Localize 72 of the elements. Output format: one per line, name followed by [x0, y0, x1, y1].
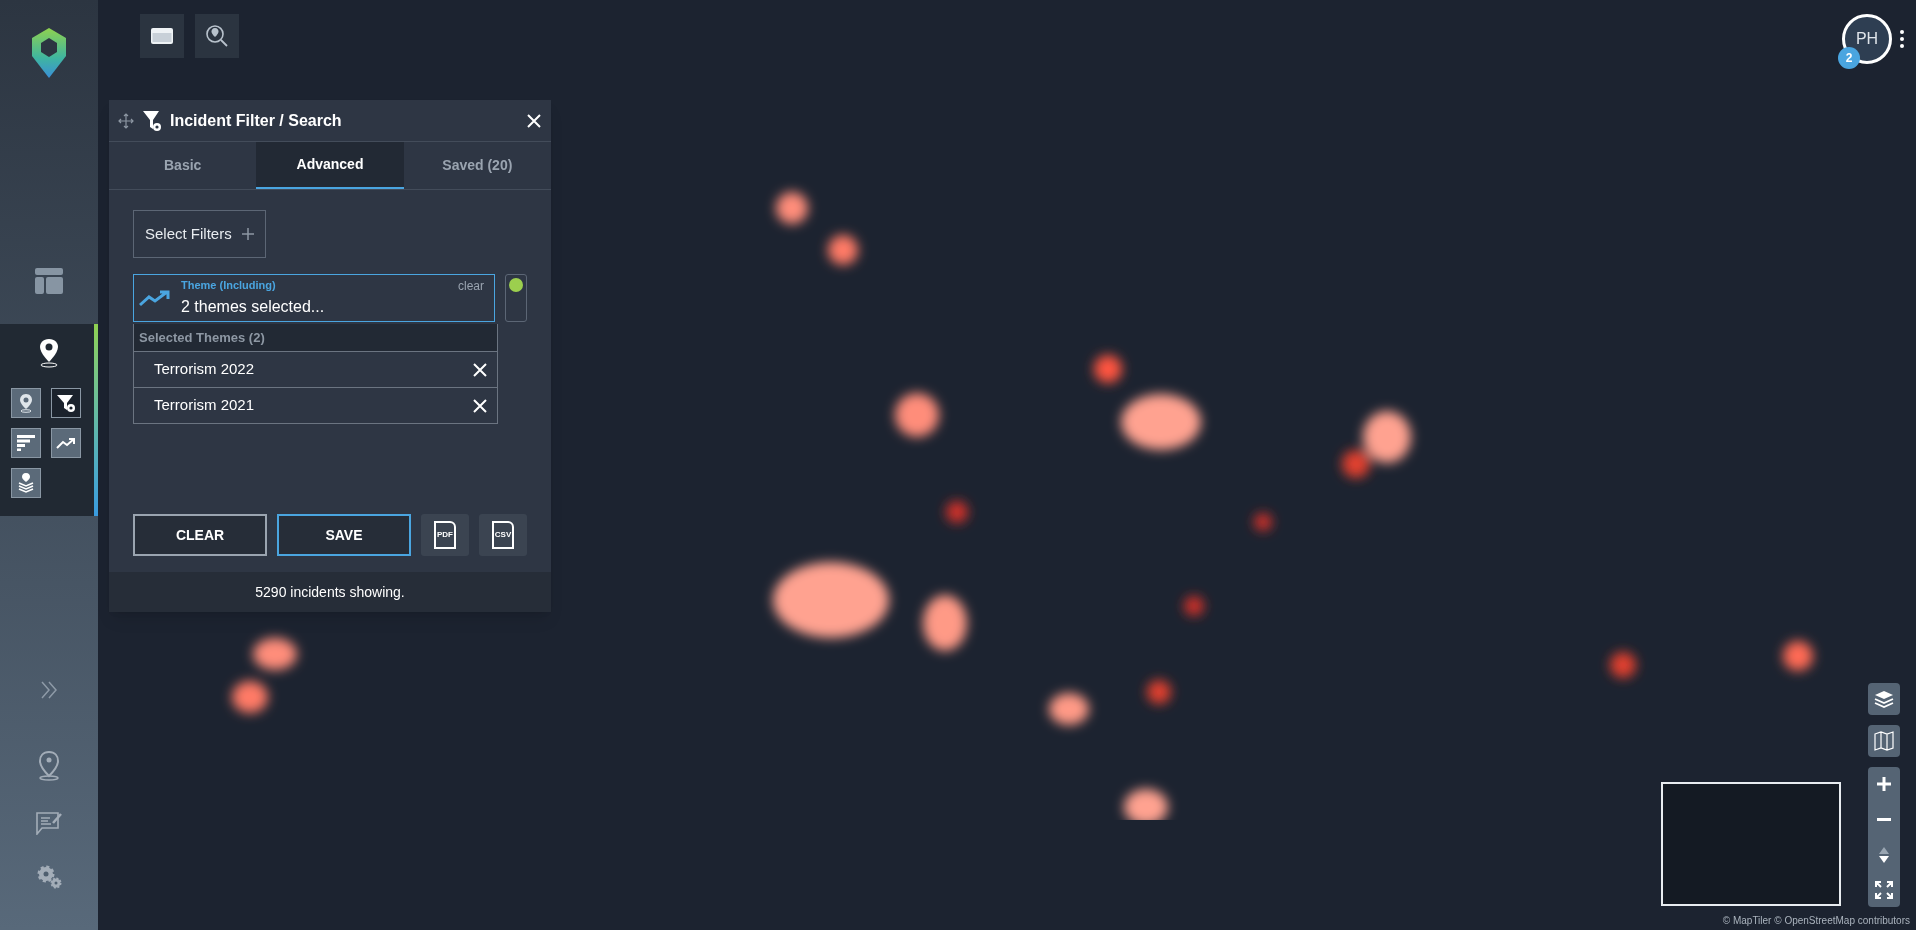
map-button[interactable]: [1868, 725, 1900, 757]
layers-button[interactable]: [1868, 683, 1900, 715]
plus-icon: [241, 228, 254, 240]
theme-item: Terrorism 2021: [154, 395, 255, 416]
map-attribution: © MapTiler © OpenStreetMap contributors: [1720, 913, 1912, 928]
action-button[interactable]: SAVE: [277, 514, 411, 556]
card-icon: [151, 28, 173, 44]
heat-spot: [1049, 693, 1089, 725]
map-pin-icon: [18, 393, 34, 413]
location-search-button[interactable]: [195, 14, 239, 58]
heat-spot: [1147, 680, 1171, 704]
heat-spot: [776, 192, 808, 224]
chat-edit-icon[interactable]: [36, 811, 62, 835]
minus-icon: [1877, 817, 1891, 821]
panel-title: Incident Filter / Search: [170, 110, 342, 131]
tab[interactable]: Basic: [109, 142, 257, 189]
filter-settings-button[interactable]: [51, 388, 81, 418]
bar-list-button[interactable]: [11, 428, 41, 458]
bar-list-icon: [17, 435, 35, 451]
status-bar: 5290 incidents showing.: [109, 572, 551, 612]
tab[interactable]: Advanced: [256, 142, 404, 189]
heat-spot: [828, 235, 858, 265]
layers-icon: [1874, 690, 1894, 708]
heat-spot: [946, 501, 968, 523]
map-pin-button[interactable]: [11, 388, 41, 418]
action-button[interactable]: CLEAR: [133, 514, 267, 556]
plus-icon: [1877, 777, 1891, 791]
export-button[interactable]: PDF: [421, 514, 469, 556]
list-header: Selected Themes (2): [134, 324, 497, 351]
heat-spot: [1254, 513, 1272, 531]
toggle-switch[interactable]: [505, 274, 527, 322]
clear-link[interactable]: clear: [458, 277, 489, 295]
card-view-button[interactable]: [140, 14, 184, 58]
heat-spot: [1094, 355, 1122, 383]
filter-settings-icon: [142, 109, 162, 132]
heat-spot: [895, 393, 939, 437]
theme-filter-label: Theme (Including): [181, 278, 276, 293]
fullscreen-icon: [1875, 881, 1893, 899]
tab[interactable]: Saved (20): [403, 142, 551, 189]
trend-icon: [56, 437, 76, 449]
compass-icon: [1879, 847, 1889, 863]
heat-spot: [1610, 652, 1636, 678]
location-search-icon: [205, 24, 229, 48]
remove-icon[interactable]: [473, 398, 487, 413]
minimap[interactable]: [1661, 782, 1841, 906]
filter-settings-icon: [56, 393, 76, 413]
map-pin-icon[interactable]: [37, 751, 61, 781]
settings-icon[interactable]: [36, 865, 62, 889]
heat-spot: [1184, 596, 1204, 616]
remove-icon[interactable]: [473, 362, 487, 377]
heat-spot: [1783, 641, 1813, 671]
heat-spot: [232, 681, 268, 713]
trend-button[interactable]: [51, 428, 81, 458]
heat-spot: [253, 638, 297, 670]
close-button[interactable]: [526, 112, 542, 129]
expand-chevron-icon[interactable]: [41, 681, 57, 699]
move-icon[interactable]: [118, 112, 134, 129]
theme-filter-field[interactable]: Theme (Including) clear 2 themes selected...: [133, 274, 495, 322]
pin-layers-icon: [18, 473, 34, 493]
layers-pin-button[interactable]: [11, 468, 41, 498]
theme-filter-value: 2 themes selected...: [181, 297, 326, 317]
trend-icon: [139, 289, 171, 307]
map-pin-icon: [38, 338, 60, 368]
layout-icon[interactable]: [35, 268, 63, 294]
export-button[interactable]: CSV: [479, 514, 527, 556]
select-filters-button[interactable]: Select Filters: [133, 210, 266, 258]
more-icon[interactable]: [1900, 30, 1904, 48]
logo-icon: [32, 28, 66, 78]
map-icon: [1874, 731, 1894, 751]
heat-spot: [1124, 789, 1168, 820]
heat-spot: [923, 595, 967, 651]
theme-item: Terrorism 2022: [154, 359, 255, 380]
